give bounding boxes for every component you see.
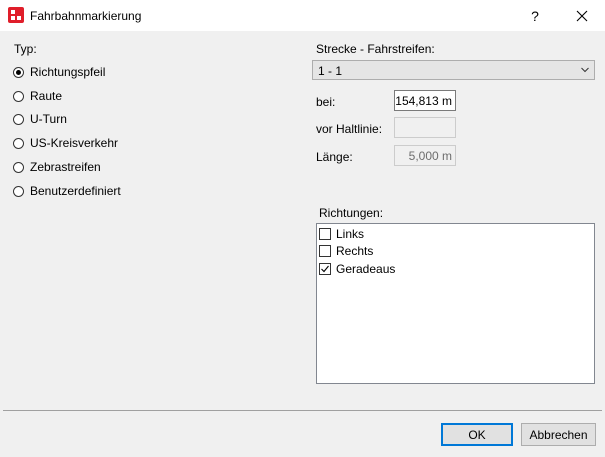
check-item-label: Geradeaus: [336, 262, 396, 276]
radio-label: Zebrastreifen: [30, 160, 101, 174]
radio-indicator[interactable]: [13, 161, 24, 173]
radio-richtungspfeil[interactable]: Richtungspfeil: [13, 64, 105, 80]
chevron-down-icon: [581, 67, 589, 73]
close-button[interactable]: [562, 0, 602, 31]
laenge-input: 5,000 m: [394, 145, 456, 166]
laenge-label: Länge:: [316, 150, 353, 164]
check-item-label: Rechts: [336, 244, 374, 258]
strecke-selected-value: 1 - 1: [318, 64, 343, 78]
radio-indicator[interactable]: [13, 90, 24, 102]
radio-benutzerdefiniert[interactable]: Benutzerdefiniert: [13, 183, 121, 199]
cancel-button[interactable]: Abbrechen: [521, 423, 596, 446]
radio-zebrastreifen[interactable]: Zebrastreifen: [13, 159, 101, 175]
check-item-label: Links: [336, 227, 365, 241]
radio-us-kreisverkehr[interactable]: US-Kreisverkehr: [13, 135, 118, 151]
radio-indicator[interactable]: [13, 137, 24, 149]
radio-indicator[interactable]: [13, 113, 24, 125]
radio-label: Benutzerdefiniert: [30, 184, 121, 198]
checkbox[interactable]: [319, 228, 331, 240]
strecke-dropdown[interactable]: 1 - 1: [312, 60, 595, 80]
richtungen-list[interactable]: Links Rechts Geradeaus: [316, 223, 595, 384]
checkbox[interactable]: [319, 245, 331, 257]
richtungen-label: Richtungen:: [319, 206, 384, 220]
vor-haltlinie-label: vor Haltlinie:: [316, 122, 383, 136]
checkbox[interactable]: [319, 263, 331, 275]
bei-input[interactable]: 154,813 m: [394, 90, 456, 111]
check-item-links[interactable]: Links: [319, 226, 364, 242]
radio-raute[interactable]: Raute: [13, 88, 62, 104]
radio-label: Raute: [30, 89, 63, 103]
bei-label: bei:: [316, 95, 336, 109]
radio-u-turn[interactable]: U-Turn: [13, 111, 67, 127]
window-title: Fahrbahnmarkierung: [30, 9, 142, 23]
strecke-label: Strecke - Fahrstreifen:: [316, 42, 435, 56]
checkmark-icon: [321, 265, 329, 273]
typ-label: Typ:: [14, 42, 37, 56]
footer-separator: [3, 410, 602, 411]
ok-button[interactable]: OK: [441, 423, 513, 446]
radio-indicator[interactable]: [13, 185, 24, 197]
radio-label: US-Kreisverkehr: [30, 136, 119, 150]
check-item-geradeaus[interactable]: Geradeaus: [319, 261, 395, 277]
close-icon: [576, 10, 588, 21]
vor-haltlinie-input: [394, 117, 456, 138]
radio-label: Richtungspfeil: [30, 65, 106, 79]
title-bar: Fahrbahnmarkierung ?: [0, 0, 605, 31]
check-item-rechts[interactable]: Rechts: [319, 243, 373, 259]
radio-label: U-Turn: [30, 112, 67, 126]
app-logo-icon: [8, 7, 24, 23]
help-button[interactable]: ?: [518, 0, 552, 31]
radio-indicator[interactable]: [13, 66, 24, 78]
